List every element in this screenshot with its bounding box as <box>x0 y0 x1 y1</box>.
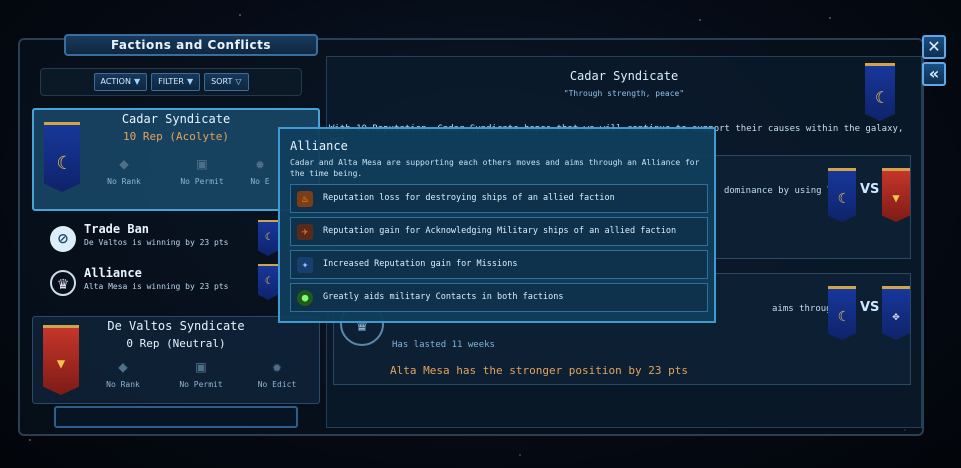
cadar-banner-icon: ☾ <box>865 63 895 121</box>
de-valtos-banner-icon: ▼ <box>43 325 79 395</box>
contact-icon: ● <box>297 290 313 306</box>
trade-ban-icon: ⊘ <box>50 226 76 252</box>
edict-icon: ✹ <box>272 357 282 376</box>
permit-icon: ▣ <box>196 357 206 376</box>
alliance-standing: Alta Mesa has the stronger position by 2… <box>390 364 689 377</box>
effect-text: Increased Reputation gain for Missions <box>323 259 518 269</box>
tooltip-title: Alliance <box>290 139 348 153</box>
permit-status: ▣ No Permit <box>172 154 232 186</box>
vs-label: VS <box>860 182 880 197</box>
rank-icon: ◆ <box>119 154 129 173</box>
alliance-duration: Has lasted 11 weeks <box>392 340 495 350</box>
detail-title: Cadar Syndicate <box>569 69 679 83</box>
alliance-tooltip: Alliance Cadar and Alta Mesa are support… <box>278 127 716 323</box>
effect-text: Greatly aids military Contacts in both f… <box>323 292 564 302</box>
permit-label: No Permit <box>179 380 223 389</box>
fire-icon: ♨ <box>297 191 313 207</box>
filter-button[interactable]: FILTER ▼ <box>151 73 201 91</box>
rank-label: No Rank <box>107 177 141 186</box>
permit-status: ▣ No Permit <box>171 357 231 389</box>
conflict-subtitle: Alta Mesa is winning by 23 pts <box>84 282 229 291</box>
filter-icon: ▼ <box>186 77 194 86</box>
alta-mesa-banner-icon: ✥ <box>882 286 910 340</box>
rank-icon: ◆ <box>118 357 128 376</box>
mission-icon: ✦ <box>297 257 313 273</box>
permit-label: No Permit <box>180 177 224 186</box>
cadar-banner-icon: ☾ <box>828 168 856 222</box>
conflict-title: Trade Ban <box>84 222 150 236</box>
faction-card-cadar[interactable]: Cadar Syndicate 10 Rep (Acolyte) ☾ ◆ No … <box>32 108 320 211</box>
conflict-alliance[interactable]: ♛ Alliance Alta Mesa is winning by 23 pt… <box>46 264 306 302</box>
crescent-sun-icon: ☾ <box>875 88 885 107</box>
faction-card-de-valtos[interactable]: De Valtos Syndicate 0 Rep (Neutral) ▼ ◆ … <box>32 316 320 404</box>
crescent-sun-icon: ☾ <box>837 191 847 207</box>
cadar-mini-banner-icon: ☾ <box>258 264 278 300</box>
tooltip-effect: ✦ Increased Reputation gain for Missions <box>290 250 708 279</box>
toolbar: ACTION ▼ FILTER ▼ SORT ▽ <box>40 68 302 96</box>
conflict-subtitle: De Valtos is winning by 23 pts <box>84 238 229 247</box>
tooltip-effect: ✈ Reputation gain for Acknowledging Mili… <box>290 217 708 246</box>
chevron-down-icon: ▼ <box>133 77 141 86</box>
collapse-button[interactable]: « <box>922 62 946 86</box>
filter-label: FILTER <box>158 77 184 86</box>
action-button[interactable]: ACTION ▼ <box>93 73 148 91</box>
sort-label: SORT <box>211 77 233 86</box>
cadar-mini-banner-icon: ☾ <box>258 220 278 256</box>
search-input[interactable] <box>54 406 298 428</box>
crescent-sun-icon: ☾ <box>837 309 847 325</box>
chevron-down-icon: ▽ <box>235 77 242 86</box>
grapes-icon: ▼ <box>56 356 66 372</box>
conflict-title: Alliance <box>84 266 142 280</box>
crescent-sun-icon: ☾ <box>56 153 68 174</box>
ship-icon: ✈ <box>297 224 313 240</box>
detail-motto: "Through strength, peace" <box>563 89 685 98</box>
de-valtos-banner-icon: ▼ <box>882 168 910 222</box>
grapes-icon: ▼ <box>892 191 900 205</box>
wings-icon: ✥ <box>892 309 900 323</box>
edict-label: No E <box>250 177 270 186</box>
close-button[interactable]: ✕ <box>922 35 946 59</box>
edict-status: ✹ No Edict <box>247 357 307 389</box>
rank-status: ◆ No Rank <box>94 154 154 186</box>
sort-button[interactable]: SORT ▽ <box>204 73 249 91</box>
edict-status: ✹ No E <box>240 154 280 186</box>
window-title: Factions and Conflicts <box>64 34 318 56</box>
conflict-trade-ban[interactable]: ⊘ Trade Ban De Valtos is winning by 23 p… <box>46 220 306 258</box>
rank-status: ◆ No Rank <box>93 357 153 389</box>
tooltip-effect: ♨ Reputation loss for destroying ships o… <box>290 184 708 213</box>
cadar-banner-icon: ☾ <box>828 286 856 340</box>
effect-text: Reputation gain for Acknowledging Milita… <box>323 226 677 236</box>
permit-icon: ▣ <box>197 154 207 173</box>
vs-label: VS <box>860 300 880 315</box>
alliance-icon: ♛ <box>50 270 76 296</box>
edict-label: No Edict <box>257 380 297 389</box>
tooltip-description: Cadar and Alta Mesa are supporting each … <box>290 158 700 178</box>
tooltip-effect: ● Greatly aids military Contacts in both… <box>290 283 708 312</box>
edict-icon: ✹ <box>255 154 265 173</box>
cadar-banner-icon: ☾ <box>44 122 80 192</box>
rank-label: No Rank <box>106 380 140 389</box>
action-label: ACTION <box>100 77 131 86</box>
effect-text: Reputation loss for destroying ships of … <box>323 193 615 203</box>
